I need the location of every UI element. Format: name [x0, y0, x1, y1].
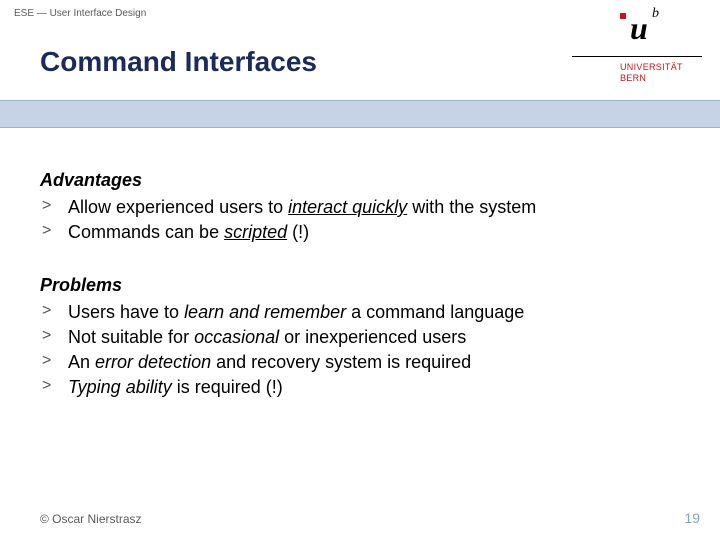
- page-number: 19: [684, 510, 700, 526]
- header: ESE — User Interface Design Command Inte…: [0, 0, 720, 100]
- problems-heading: Problems: [40, 275, 680, 296]
- logo-u-glyph: u: [630, 12, 648, 44]
- logo-line2: BERN: [620, 73, 702, 84]
- list-item: Allow experienced users to interact quic…: [40, 195, 680, 219]
- advantages-list: Allow experienced users to interact quic…: [40, 195, 680, 245]
- page-title: Command Interfaces: [40, 46, 317, 78]
- logo-b-superscript: b: [652, 6, 659, 22]
- logo-line1: UNIVERSITÄT: [620, 62, 702, 73]
- list-item: Not suitable for occasional or inexperie…: [40, 325, 680, 349]
- list-item: An error detection and recovery system i…: [40, 350, 680, 374]
- divider-band: [0, 100, 720, 128]
- advantages-heading: Advantages: [40, 170, 680, 191]
- list-item: Typing ability is required (!): [40, 375, 680, 399]
- copyright: © Oscar Nierstrasz: [40, 512, 142, 526]
- content: Advantages Allow experienced users to in…: [40, 170, 680, 430]
- logo-text: UNIVERSITÄT BERN: [620, 62, 702, 85]
- logo-rule: [572, 56, 702, 57]
- course-label: ESE — User Interface Design: [14, 8, 146, 19]
- university-logo: u b UNIVERSITÄT BERN: [572, 8, 702, 98]
- logo-red-square-icon: [620, 13, 626, 19]
- list-item: Users have to learn and remember a comma…: [40, 300, 680, 324]
- list-item: Commands can be scripted (!): [40, 220, 680, 244]
- problems-list: Users have to learn and remember a comma…: [40, 300, 680, 400]
